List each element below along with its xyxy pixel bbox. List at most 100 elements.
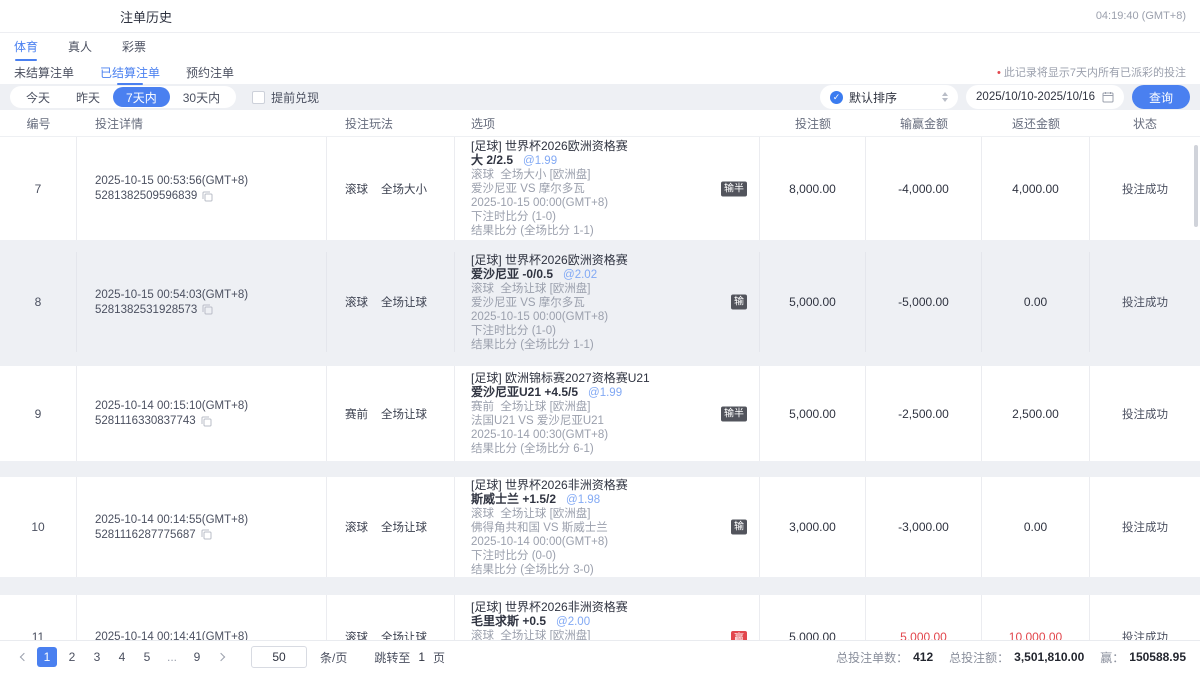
jump-value[interactable]: 1 xyxy=(418,650,425,664)
result-badge: 输 xyxy=(731,295,747,310)
bet-id-line: 5281382509596839 xyxy=(95,190,213,202)
play-phase: 滚球 xyxy=(345,294,368,310)
option-extra-line: 结果比分 (全场比分 1-1) xyxy=(471,338,594,352)
status-cell: 投注成功 xyxy=(1090,477,1200,577)
bet-id: 5281382531928573 xyxy=(95,304,197,316)
win-loss-cell: -3,000.00 xyxy=(866,477,982,577)
filter-right-group: 默认排序 2025/10/10-2025/10/16 查询 xyxy=(820,85,1190,109)
page-button-9[interactable]: 9 xyxy=(187,647,207,667)
page-button-5[interactable]: 5 xyxy=(137,647,157,667)
topbar: 注单历史 04:19:40 (GMT+8) xyxy=(0,0,1200,33)
date-range-picker[interactable]: 2025/10/10-2025/10/16 xyxy=(966,85,1124,109)
table-row: 11 2025-10-14 00:14:41(GMT+8) 滚球 全场让球 [足… xyxy=(0,595,1200,640)
copy-icon[interactable] xyxy=(201,416,212,427)
early-cashout-checkbox[interactable] xyxy=(252,91,265,104)
option-extra-line: 下注时比分 (1-0) xyxy=(471,210,594,224)
range-today[interactable]: 今天 xyxy=(13,87,63,107)
bet-id: 5281382509596839 xyxy=(95,190,197,202)
copy-icon[interactable] xyxy=(202,304,213,315)
total-stake: 总投注额： 3,501,810.00 xyxy=(949,649,1084,666)
total-win-label: 赢： xyxy=(1100,649,1124,666)
early-cashout-label: 提前兑现 xyxy=(271,89,319,106)
bet-detail-cell: 2025-10-14 00:14:55(GMT+8) 5281116287775… xyxy=(77,477,327,577)
market-line: 滚球 全场让球 [欧洲盘] xyxy=(471,282,590,296)
sorter-icon xyxy=(942,92,948,102)
bet-id: 5281116330837743 xyxy=(95,415,196,427)
total-count-label: 总投注单数： xyxy=(836,649,908,666)
match-teams: 佛得角共和国 VS 斯威士兰 xyxy=(471,521,608,535)
option-extra-lines: 下注时比分 (1-0)结果比分 (全场比分 1-1) xyxy=(471,324,594,352)
note-text: 此记录将显示7天内所有已派彩的投注 xyxy=(1004,67,1186,79)
stake-cell: 3,000.00 xyxy=(760,477,866,577)
row-number-cell: 8 xyxy=(0,252,77,352)
prev-page-icon[interactable] xyxy=(12,647,32,667)
total-win-value: 150588.95 xyxy=(1129,650,1186,664)
page-button-4[interactable]: 4 xyxy=(112,647,132,667)
date-range-segment: 今天 昨天 7天内 30天内 xyxy=(10,86,236,108)
subtab-unsettled[interactable]: 未结算注单 xyxy=(12,60,76,85)
subtab-reserved[interactable]: 预约注单 xyxy=(184,60,236,85)
option-cell: [足球] 世界杯2026非洲资格赛 斯威士兰 +1.5/2 @1.98 滚球 全… xyxy=(455,477,760,577)
tab-lottery[interactable]: 彩票 xyxy=(120,32,148,61)
option-extra-lines: 下注时比分 (1-0)结果比分 (全场比分 1-1) xyxy=(471,210,594,238)
total-win: 赢： 150588.95 xyxy=(1100,649,1186,666)
league-name: [足球] 欧洲锦标赛2027资格赛U21 xyxy=(471,371,650,385)
stake-cell: 8,000.00 xyxy=(760,137,866,240)
pick-odds: @2.00 xyxy=(556,615,590,629)
row-number-cell: 10 xyxy=(0,477,77,577)
play-phase: 滚球 xyxy=(345,181,368,197)
refund-cell: 0.00 xyxy=(982,252,1090,352)
tab-sports[interactable]: 体育 xyxy=(12,32,40,61)
play-market: 全场让球 xyxy=(381,406,427,422)
option-cell: [足球] 世界杯2026欧洲资格赛 大 2/2.5 @1.99 滚球 全场大小 … xyxy=(455,137,760,240)
jump-group: 跳转至 1 页 xyxy=(374,649,445,666)
sort-dropdown[interactable]: 默认排序 xyxy=(820,85,958,109)
page-size-input[interactable]: 50 xyxy=(251,646,307,668)
league-name: [足球] 世界杯2026欧洲资格赛 xyxy=(471,139,628,153)
tab-live[interactable]: 真人 xyxy=(66,32,94,61)
total-count-value: 412 xyxy=(913,650,933,664)
early-cashout-checkbox-group[interactable]: 提前兑现 xyxy=(252,89,319,106)
col-header-refund: 返还金额 xyxy=(982,110,1090,136)
page-button-2[interactable]: 2 xyxy=(62,647,82,667)
range-7days[interactable]: 7天内 xyxy=(113,87,170,107)
win-loss-cell: -2,500.00 xyxy=(866,366,982,461)
page-button-3[interactable]: 3 xyxy=(87,647,107,667)
league-name: [足球] 世界杯2026非洲资格赛 xyxy=(471,478,628,492)
play-market: 全场让球 xyxy=(381,629,427,640)
league-name: [足球] 世界杯2026非洲资格赛 xyxy=(471,600,628,614)
play-phase: 滚球 xyxy=(345,629,368,640)
range-yesterday[interactable]: 昨天 xyxy=(63,87,113,107)
next-page-icon[interactable] xyxy=(212,647,232,667)
bet-id-line: 5281116330837743 xyxy=(95,415,212,427)
pick-selection: 大 2/2.5 xyxy=(471,153,513,167)
subtab-settled[interactable]: 已结算注单 xyxy=(98,60,162,85)
range-30days[interactable]: 30天内 xyxy=(170,87,233,107)
total-stake-label: 总投注额： xyxy=(949,649,1009,666)
note-marker: • xyxy=(997,67,1001,79)
match-time: 2025-10-14 00:00(GMT+8) xyxy=(471,535,608,549)
copy-icon[interactable] xyxy=(202,191,213,202)
play-phase: 赛前 xyxy=(345,406,368,422)
page-size-unit: 条/页 xyxy=(320,649,347,666)
stake-cell: 5,000.00 xyxy=(760,595,866,640)
query-button[interactable]: 查询 xyxy=(1132,85,1190,109)
col-header-winloss: 输赢金额 xyxy=(866,110,982,136)
copy-icon[interactable] xyxy=(201,529,212,540)
totals-summary: 总投注单数： 412 总投注额： 3,501,810.00 赢： 150588.… xyxy=(836,649,1186,666)
scrollbar-thumb[interactable] xyxy=(1194,145,1198,227)
match-time: 2025-10-14 00:30(GMT+8) xyxy=(471,428,608,442)
option-extra-line: 结果比分 (全场比分 3-0) xyxy=(471,563,594,577)
win-loss-cell: 5,000.00 xyxy=(866,595,982,640)
result-badge: 输 xyxy=(731,520,747,535)
pick-selection: 爱沙尼亚 -0/0.5 xyxy=(471,267,553,281)
col-header-status: 状态 xyxy=(1090,110,1200,136)
col-header-play: 投注玩法 xyxy=(327,110,455,136)
pick-line: 爱沙尼亚 -0/0.5 @2.02 xyxy=(471,267,597,282)
page-button-1[interactable]: 1 xyxy=(37,647,57,667)
option-extra-lines: 结果比分 (全场比分 6-1) xyxy=(471,442,594,456)
status-cell: 投注成功 xyxy=(1090,366,1200,461)
refund-cell: 2,500.00 xyxy=(982,366,1090,461)
pick-line: 爱沙尼亚U21 +4.5/5 @1.99 xyxy=(471,385,622,400)
category-tabs: 体育 真人 彩票 xyxy=(0,33,1200,60)
